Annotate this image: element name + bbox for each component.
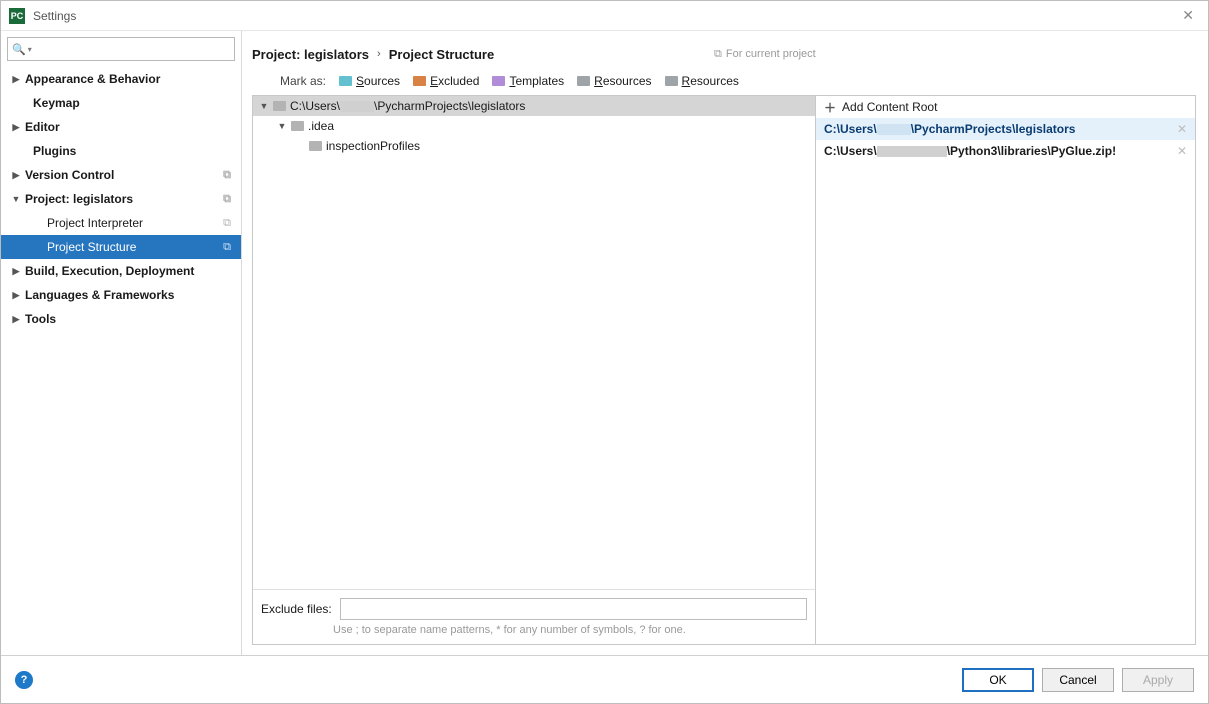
mark-as-sources[interactable]: Sources (339, 74, 400, 88)
plus-icon: ＋ (824, 99, 836, 116)
title-bar: PC Settings ✕ (1, 1, 1208, 31)
tree-label: .idea (308, 119, 334, 133)
search-icon: 🔍 (12, 43, 26, 56)
mark-as-excluded[interactable]: Excluded (413, 74, 479, 88)
dropdown-icon: ▾ (28, 45, 32, 54)
directory-tree-panel: ▼ C:\Users\\PycharmProjects\legislators … (253, 96, 816, 644)
chevron-right-icon: ▶ (11, 314, 21, 325)
tree-idea-folder[interactable]: ▼ .idea (253, 116, 815, 136)
folder-icon (413, 76, 426, 86)
breadcrumb-current: Project Structure (389, 47, 494, 62)
folder-icon (309, 141, 322, 151)
chevron-right-icon: ▶ (11, 170, 21, 181)
mark-as-resources-2[interactable]: Resources (665, 74, 739, 88)
chevron-right-icon: ▶ (11, 290, 21, 301)
nav-version-control[interactable]: ▶Version Control⧉ (1, 163, 241, 187)
help-icon[interactable]: ? (15, 671, 33, 689)
mark-as-toolbar: Mark as: Sources Excluded Templates Reso… (252, 69, 1208, 95)
nav-editor[interactable]: ▶Editor (1, 115, 241, 139)
folder-icon (273, 101, 286, 111)
project-scope-icon: ⧉ (223, 169, 231, 182)
content-roots-panel: ＋ Add Content Root C:\Users\\PycharmProj… (816, 96, 1195, 644)
nav-project[interactable]: ▼Project: legislators⧉ (1, 187, 241, 211)
nav-appearance-behavior[interactable]: ▶Appearance & Behavior (1, 67, 241, 91)
chevron-right-icon: ▶ (11, 74, 21, 85)
breadcrumb: Project: legislators › Project Structure… (252, 31, 1208, 69)
window-title: Settings (33, 9, 76, 23)
chevron-down-icon: ▼ (277, 121, 287, 131)
app-icon: PC (9, 8, 25, 24)
project-scope-icon: ⧉ (223, 193, 231, 206)
settings-content: Project: legislators › Project Structure… (242, 31, 1208, 655)
tree-root[interactable]: ▼ C:\Users\\PycharmProjects\legislators (253, 96, 815, 116)
project-scope-icon: ⧉ (223, 241, 231, 254)
content-root-path: C:\Users\\PycharmProjects\legislators (824, 122, 1075, 136)
add-content-root[interactable]: ＋ Add Content Root (816, 96, 1195, 118)
tree-inspection-profiles[interactable]: inspectionProfiles (253, 136, 815, 156)
exclude-files-input[interactable] (340, 598, 807, 620)
nav-project-structure[interactable]: Project Structure⧉ (1, 235, 241, 259)
apply-button[interactable]: Apply (1122, 668, 1194, 692)
settings-sidebar: 🔍 ▾ ▶Appearance & Behavior Keymap ▶Edito… (1, 31, 242, 655)
folder-icon (339, 76, 352, 86)
search-input[interactable]: 🔍 ▾ (7, 37, 235, 61)
cancel-button[interactable]: Cancel (1042, 668, 1114, 692)
folder-icon (291, 121, 304, 131)
mark-as-label: Mark as: (280, 74, 326, 88)
scope-badge: ⧉For current project (714, 48, 1204, 61)
nav-languages-frameworks[interactable]: ▶Languages & Frameworks (1, 283, 241, 307)
chevron-right-icon: ▶ (11, 122, 21, 133)
folder-icon (665, 76, 678, 86)
nav-tools[interactable]: ▶Tools (1, 307, 241, 331)
remove-icon[interactable]: ✕ (1177, 122, 1187, 136)
chevron-right-icon: ▶ (11, 266, 21, 277)
tree-root-path: C:\Users\\PycharmProjects\legislators (290, 99, 525, 113)
tree-label: inspectionProfiles (326, 139, 420, 153)
breadcrumb-parent[interactable]: Project: legislators (252, 47, 369, 62)
settings-nav-tree: ▶Appearance & Behavior Keymap ▶Editor Pl… (1, 67, 241, 655)
dialog-button-bar: ? OK Cancel Apply (1, 655, 1208, 703)
directory-tree[interactable]: ▼ C:\Users\\PycharmProjects\legislators … (253, 96, 815, 589)
mark-as-templates[interactable]: Templates (492, 74, 564, 88)
content-root-item[interactable]: C:\Users\\PycharmProjects\legislators ✕ (816, 118, 1195, 140)
nav-build-execution[interactable]: ▶Build, Execution, Deployment (1, 259, 241, 283)
exclude-files-label: Exclude files: (261, 602, 332, 616)
ok-button[interactable]: OK (962, 668, 1034, 692)
close-icon[interactable]: ✕ (1176, 3, 1200, 28)
nav-project-interpreter[interactable]: Project Interpreter⧉ (1, 211, 241, 235)
exclude-files-area: Exclude files: Use ; to separate name pa… (253, 589, 815, 644)
project-scope-icon: ⧉ (714, 48, 722, 61)
exclude-files-hint: Use ; to separate name patterns, * for a… (261, 624, 807, 636)
content-root-path: C:\Users\\Python3\libraries\PyGlue.zip! (824, 144, 1116, 158)
project-scope-icon: ⧉ (223, 217, 231, 230)
folder-icon (577, 76, 590, 86)
remove-icon[interactable]: ✕ (1177, 144, 1187, 158)
mark-as-resources[interactable]: Resources (577, 74, 651, 88)
nav-keymap[interactable]: Keymap (1, 91, 241, 115)
chevron-right-icon: › (377, 48, 381, 60)
chevron-down-icon: ▼ (11, 194, 21, 204)
nav-plugins[interactable]: Plugins (1, 139, 241, 163)
chevron-down-icon: ▼ (259, 101, 269, 111)
content-root-item[interactable]: C:\Users\\Python3\libraries\PyGlue.zip! … (816, 140, 1195, 162)
folder-icon (492, 76, 505, 86)
